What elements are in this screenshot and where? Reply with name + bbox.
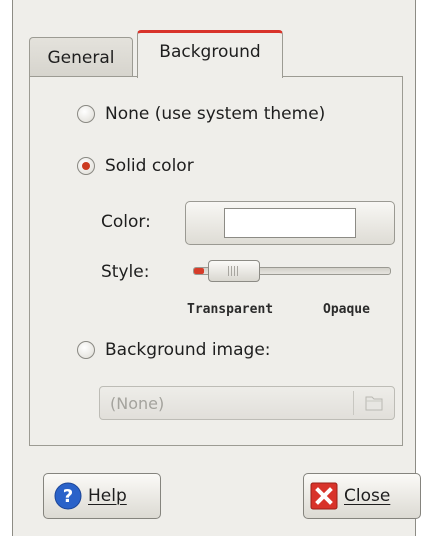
- close-button[interactable]: Close: [303, 473, 421, 519]
- tab-background-label: Background: [159, 41, 261, 62]
- background-image-radio-label: Background image:: [105, 340, 271, 360]
- help-button-label: Help: [88, 486, 127, 506]
- help-icon: ?: [54, 482, 82, 510]
- folder-icon: [365, 396, 383, 411]
- grip-icon: [228, 266, 240, 276]
- solid-color-radio-label: Solid color: [105, 156, 194, 176]
- style-max-label: Opaque: [323, 302, 370, 317]
- style-label: Style:: [101, 262, 150, 282]
- close-button-label: Close: [344, 486, 391, 506]
- tab-background[interactable]: Background: [137, 30, 283, 78]
- chooser-divider: [353, 391, 354, 415]
- close-icon: [310, 482, 338, 510]
- background-image-radio[interactable]: [77, 341, 95, 359]
- tab-general-label: General: [47, 47, 115, 68]
- background-image-value: (None): [110, 394, 165, 413]
- none-radio[interactable]: [77, 105, 95, 123]
- none-radio-option[interactable]: None (use system theme): [77, 104, 325, 124]
- background-image-chooser[interactable]: (None): [99, 386, 395, 420]
- help-button[interactable]: ? Help: [43, 473, 161, 519]
- svg-text:?: ?: [63, 486, 73, 507]
- color-picker-button[interactable]: [185, 201, 395, 245]
- preferences-dialog: General Background None (use system them…: [12, 0, 421, 536]
- none-radio-label: None (use system theme): [105, 104, 326, 124]
- solid-color-radio-option[interactable]: Solid color: [77, 156, 194, 176]
- style-min-label: Transparent: [187, 302, 274, 317]
- color-label: Color:: [101, 212, 151, 232]
- style-slider-fill: [194, 268, 204, 274]
- solid-color-radio[interactable]: [77, 157, 95, 175]
- style-slider-thumb[interactable]: [208, 260, 260, 282]
- tab-general[interactable]: General: [29, 37, 133, 77]
- background-image-radio-option[interactable]: Background image:: [77, 340, 271, 360]
- color-swatch: [224, 208, 356, 238]
